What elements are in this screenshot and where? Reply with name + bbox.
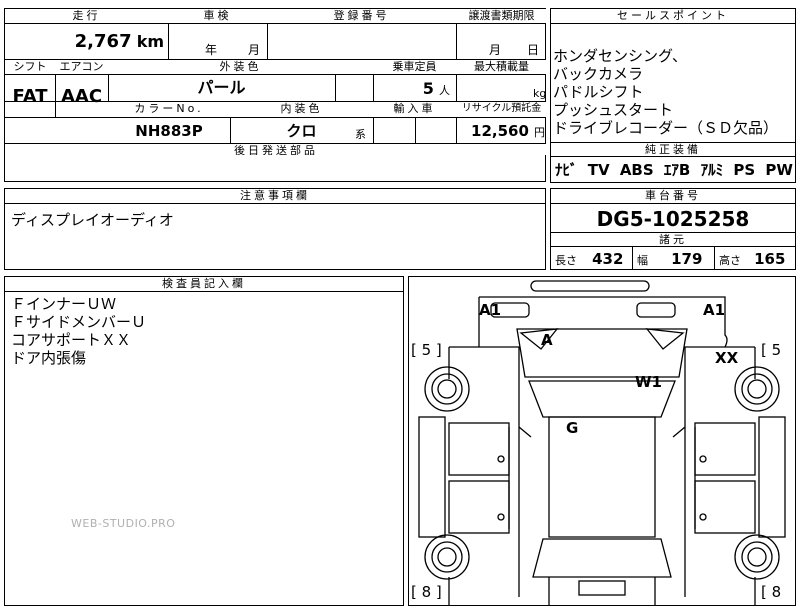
specs-header: 諸元	[551, 233, 795, 247]
exterior-color-value: パール	[197, 78, 246, 97]
shift-header: シフト	[5, 60, 55, 74]
inspector-panel: 検査員記入欄 ＦインナーＵＷ ＦサイドメンバーＵ コアサポートＸＸ ドア内張傷 …	[4, 276, 404, 606]
equipment-alloy: ｱﾙﾐ	[700, 161, 724, 179]
tire-depth-front-left: [ 5 ]	[411, 341, 442, 359]
notes-panel: 注意事項欄 ディスプレイオーディオ	[4, 188, 546, 270]
damage-mark-a: A	[541, 331, 553, 349]
equipment-pw: PW	[765, 161, 793, 179]
equipment-tv: TV	[587, 161, 610, 179]
shift-value: FAT	[12, 86, 48, 107]
spec-height: 高さ 165	[719, 250, 786, 268]
equipment-abs: ABS	[619, 161, 654, 179]
inspection-year-unit: 年	[205, 43, 218, 57]
sales-point-item: ホンダセンシング、	[553, 47, 687, 65]
equipment-list: ﾅﾋﾞ TV ABS ｴｱB ｱﾙﾐ PS PW	[555, 159, 793, 181]
spec-length: 長さ 432	[555, 250, 624, 268]
sales-point-header: セールスポイント	[551, 9, 795, 24]
sales-point-item: バックカメラ	[553, 65, 644, 83]
recycle-deposit-value: 12,560 円	[471, 122, 545, 140]
registration-header: 登録番号	[267, 9, 456, 23]
car-outline	[418, 280, 786, 605]
transfer-deadline-header: 譲渡書類期限	[456, 9, 547, 23]
inspection-header: 車検	[168, 9, 267, 23]
interior-color-unit: 系	[355, 128, 366, 141]
capacity-value: 5 人	[422, 79, 450, 98]
inspector-line: ドア内張傷	[11, 349, 87, 367]
tire-depth-rear-left: [ 8 ]	[411, 583, 442, 601]
tire-depth-rear-right: [ 8	[761, 583, 782, 601]
vehicle-info-table: 走行 車検 登録番号 譲渡書類期限 2,767 km 年 月 月 日 シフト エ…	[4, 8, 547, 157]
sales-point-panel: セールスポイント ホンダセンシング、 バックカメラ パドルシフト プッシュスター…	[550, 8, 796, 183]
max-load-unit: kg	[533, 87, 547, 100]
equipment-ps: PS	[733, 161, 756, 179]
recycle-deposit-header: リサイクル預託金	[456, 102, 547, 117]
capacity-header: 乗車定員	[373, 60, 456, 74]
damage-mark-a1-right: A1	[703, 301, 726, 319]
chassis-number: DG5-1025258	[596, 207, 750, 231]
damage-diagram: A1 A1 A XX W1 G [ 5 ] [ 5 [ 8 ] [ 8	[408, 276, 796, 606]
equipment-navi: ﾅﾋﾞ	[555, 161, 578, 179]
inspection-month-unit: 月	[248, 43, 261, 57]
inspector-lines: ＦインナーＵＷ ＦサイドメンバーＵ コアサポートＸＸ ドア内張傷	[11, 295, 391, 367]
later-parts-field	[4, 155, 546, 182]
mileage-value: 2,767 km	[74, 31, 164, 52]
sales-point-item: パドルシフト	[553, 83, 644, 101]
equipment-airbag: ｴｱB	[663, 161, 691, 179]
spec-width: 幅 179	[637, 250, 703, 268]
damage-mark-w1: W1	[635, 373, 662, 391]
watermark: WEB-STUDIO.PRO	[71, 517, 176, 530]
color-no-header: カラーNo.	[108, 102, 230, 117]
exterior-color-header: 外装色	[108, 60, 373, 74]
max-load-header: 最大積載量	[456, 60, 547, 74]
tire-depth-front-right: [ 5	[761, 341, 782, 359]
color-no-value: NH883P	[135, 122, 203, 140]
inspector-line: ＦサイドメンバーＵ	[11, 313, 147, 331]
inspector-line: ＦインナーＵＷ	[11, 295, 117, 313]
inspector-header: 検査員記入欄	[5, 277, 403, 292]
sales-point-list: ホンダセンシング、 バックカメラ パドルシフト プッシュスタート ドライブレコー…	[553, 47, 793, 143]
interior-color-value: クロ	[286, 122, 317, 140]
equipment-header: 純正装備	[551, 143, 795, 157]
sales-point-item: ドライブレコーダー（ＳＤ欠品）	[553, 119, 779, 137]
damage-mark-a1-left: A1	[479, 301, 502, 319]
damage-mark-xx: XX	[715, 349, 739, 367]
sales-point-item: プッシュスタート	[553, 101, 674, 119]
aircon-value: AAC	[60, 86, 103, 107]
interior-color-header: 内装色	[230, 102, 373, 117]
chassis-header: 車台番号	[551, 189, 795, 204]
transfer-day-unit: 日	[527, 43, 540, 57]
transfer-month-unit: 月	[489, 43, 502, 57]
aircon-header: エアコン	[55, 60, 108, 74]
damage-mark-g: G	[566, 419, 579, 437]
import-header: 輸入車	[373, 102, 456, 117]
inspector-line: コアサポートＸＸ	[11, 331, 132, 349]
notes-header: 注意事項欄	[5, 189, 545, 204]
mileage-header: 走行	[5, 9, 168, 23]
notes-text: ディスプレイオーディオ	[11, 211, 174, 229]
chassis-panel: 車台番号 DG5-1025258 諸元 長さ 432 幅 179 高さ 165	[550, 188, 796, 270]
